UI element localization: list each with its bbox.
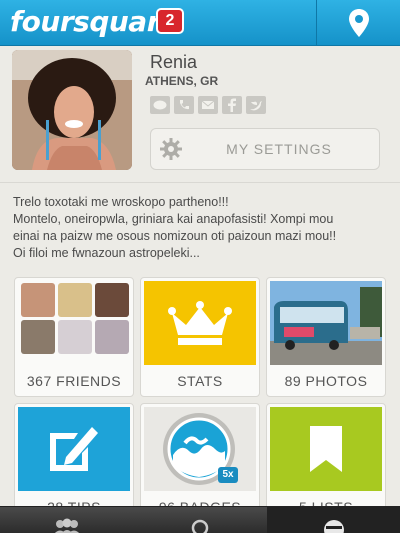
bookmark-icon — [310, 426, 342, 472]
my-settings-button[interactable]: MY SETTINGS — [150, 128, 380, 170]
user-bio: Trelo toxotaki me wroskopo partheno!!! M… — [13, 194, 393, 262]
profile-photo — [12, 50, 132, 170]
bio-line: einai na paizw me osous nomizoun oti pai… — [13, 229, 337, 243]
notification-badge[interactable]: 2 — [156, 8, 184, 34]
people-icon — [54, 518, 79, 533]
friend-thumbnail — [58, 320, 92, 354]
bio-line: Oi filoi me fwnazoun astropeleki... — [13, 246, 200, 260]
tab-friends[interactable] — [0, 507, 133, 533]
divider — [0, 182, 400, 183]
avatar[interactable] — [12, 50, 132, 170]
bio-line: Montelo, oneiropwla, griniara kai anapof… — [13, 212, 334, 226]
phone-icon[interactable] — [174, 96, 194, 114]
bus-photo — [270, 281, 382, 365]
profile-icon — [323, 520, 344, 533]
tab-profile[interactable] — [267, 507, 400, 533]
friend-thumbnail — [95, 283, 129, 317]
edit-note-icon — [50, 427, 98, 471]
friend-thumbnail — [21, 283, 55, 317]
photos-count: 89 PHOTOS — [284, 373, 368, 389]
stats-label: STATS — [177, 373, 223, 389]
friend-thumbnail — [95, 320, 129, 354]
lists-art — [270, 407, 382, 491]
crown-icon — [168, 301, 232, 345]
stats-art — [144, 281, 256, 365]
email-icon[interactable] — [198, 96, 218, 114]
photos-art — [270, 281, 382, 365]
facebook-icon[interactable] — [222, 96, 242, 114]
user-name: Renia — [150, 52, 198, 72]
gear-icon — [151, 137, 191, 161]
friends-tile[interactable]: 367 FRIENDS — [14, 277, 134, 397]
stats-tile[interactable]: STATS — [140, 277, 260, 397]
friend-thumbnail — [58, 283, 92, 317]
lists-tile[interactable]: 5 LISTS — [266, 403, 386, 523]
top-bar: foursquare 2 — [0, 0, 400, 46]
photos-tile[interactable]: 89 PHOTOS — [266, 277, 386, 397]
user-location: ATHENS, GR — [145, 74, 219, 88]
app-logo[interactable]: foursquare — [10, 5, 179, 38]
tips-tile[interactable]: 28 TIPS — [14, 403, 134, 523]
map-pin-icon — [348, 9, 369, 37]
badge-multiplier: 5x — [218, 467, 238, 483]
friend-thumbnail — [21, 320, 55, 354]
friends-count: 367 FRIENDS — [26, 373, 122, 389]
badges-art: 5x — [144, 407, 256, 491]
friends-photos — [18, 281, 130, 365]
search-icon — [191, 519, 209, 533]
map-button[interactable] — [316, 0, 400, 46]
badges-tile[interactable]: 5x 96 BADGES — [140, 403, 260, 523]
twitter-icon[interactable] — [246, 96, 266, 114]
tips-art — [18, 407, 130, 491]
chat-icon[interactable] — [150, 96, 170, 114]
contact-icons — [150, 96, 266, 114]
tab-search[interactable] — [133, 507, 267, 533]
bio-line: Trelo toxotaki me wroskopo partheno!!! — [13, 195, 229, 209]
bottom-tab-bar — [0, 506, 400, 533]
settings-label: MY SETTINGS — [226, 141, 332, 157]
